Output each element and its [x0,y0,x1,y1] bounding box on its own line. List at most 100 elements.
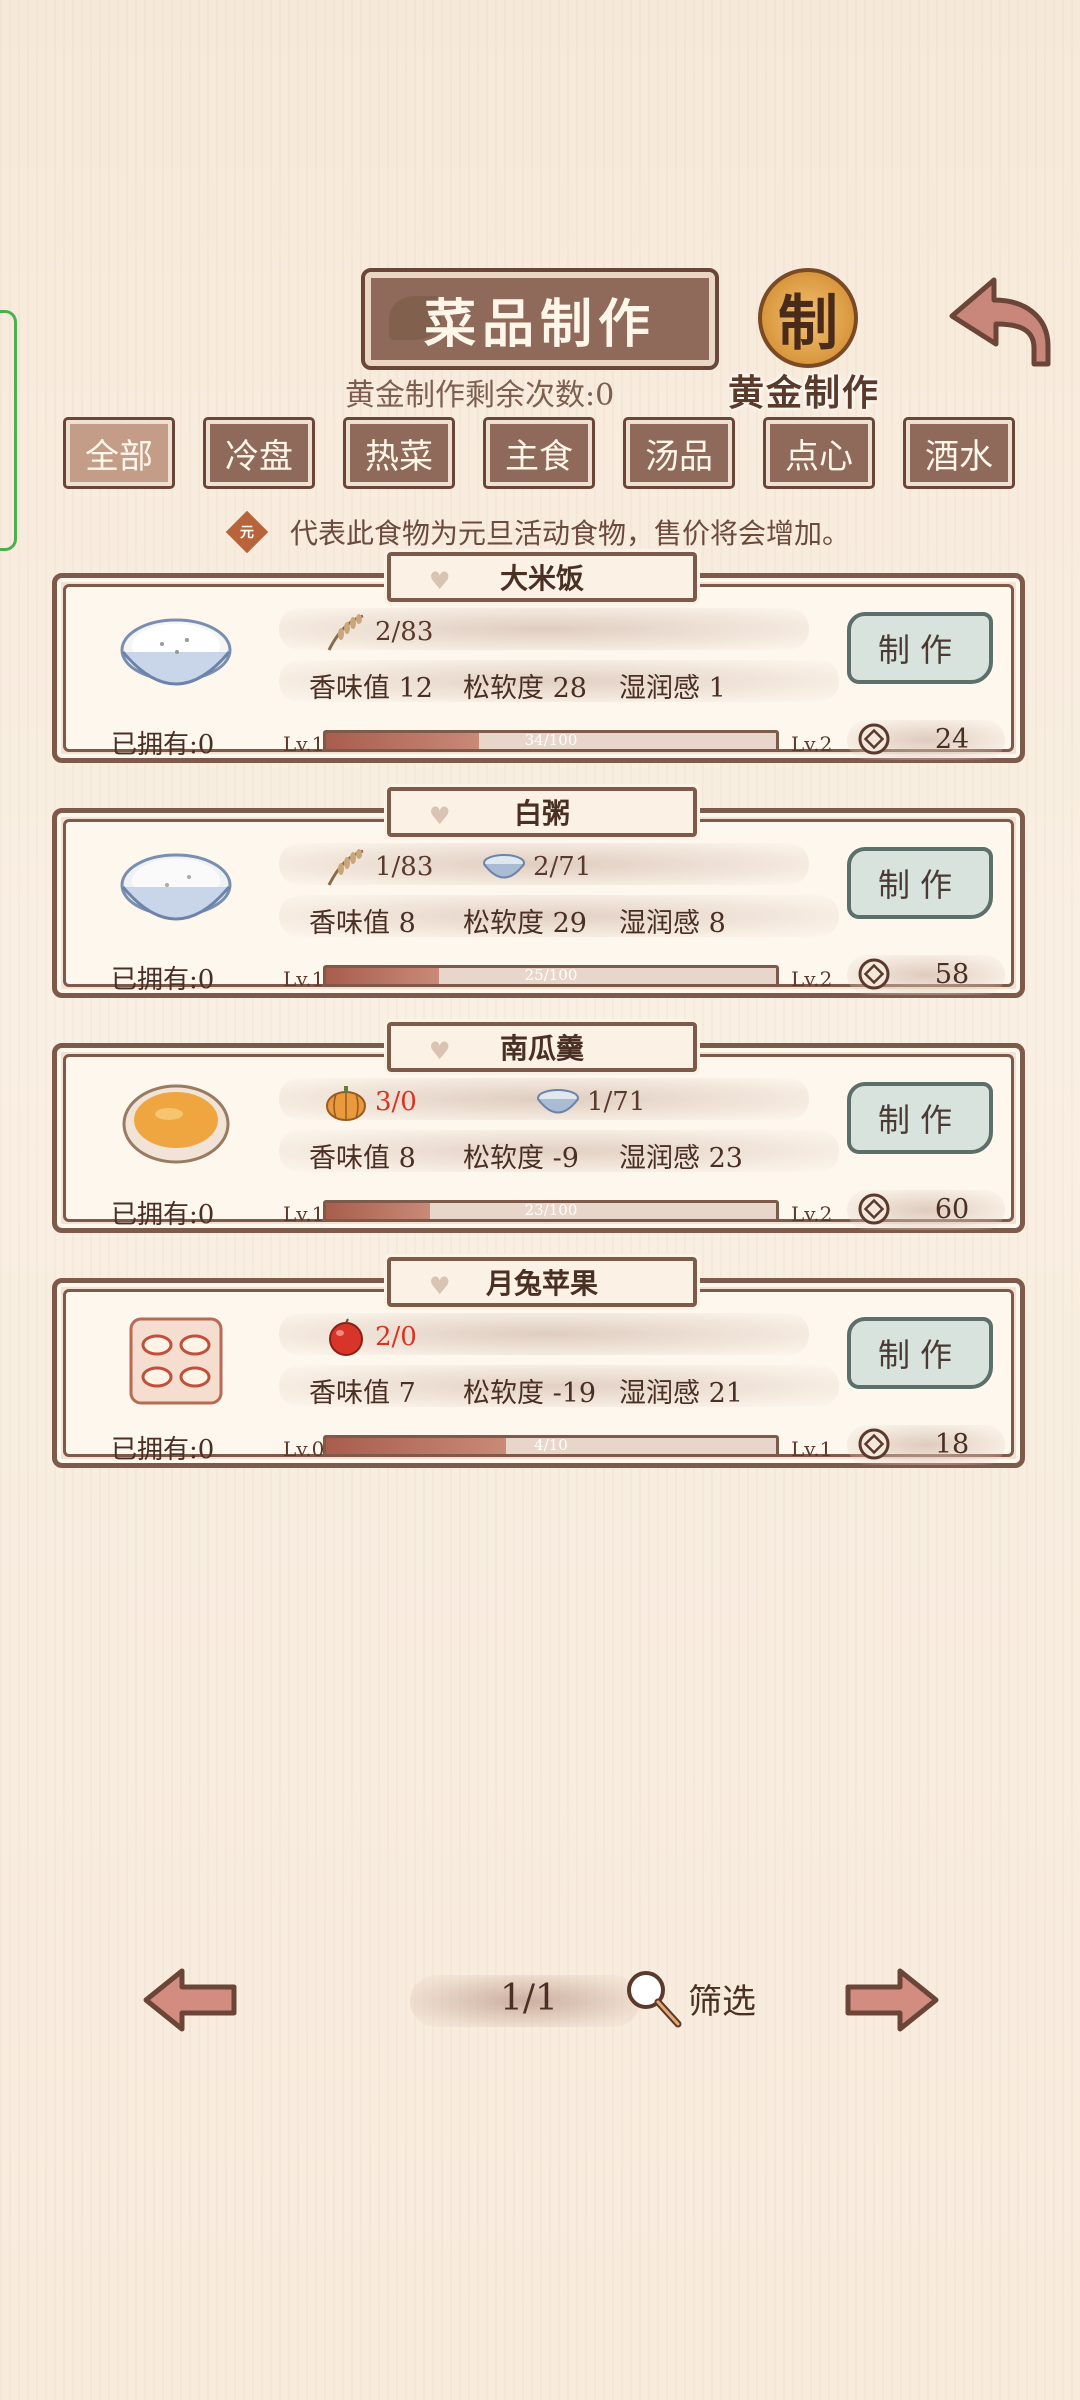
level-progress-bar: 23/100 [323,1200,779,1222]
make-button[interactable]: 制作 [847,847,993,919]
make-button[interactable]: 制作 [847,1082,993,1154]
ingredient-item: 1/83 [323,847,433,887]
price-value: 18 [934,1429,970,1460]
level-next: Lv.2 [791,1202,833,1226]
page-title: 菜品制作 [423,293,656,355]
ingredient-item: 2/0 [323,1317,417,1357]
ingredient-count: 2/0 [375,1322,417,1352]
level-current: Lv.1 [283,1202,325,1226]
event-notice: 元 代表此食物为元旦活动食物，售价将会增加。 [225,510,851,554]
make-button[interactable]: 制作 [847,1317,993,1389]
owned-count: 已拥有:0 [111,1435,215,1465]
softness-stat: 松软度 28 [463,673,587,704]
owned-count: 已拥有:0 [111,730,215,760]
gold-remaining-count: 黄金制作剩余次数:0 [345,378,615,413]
dish-name-plate: ♥ 大米饭 [384,549,700,605]
ingredient-count: 1/71 [587,1087,646,1117]
aroma-stat: 香味值 8 [309,908,416,939]
pumpkin-icon [326,1086,366,1121]
level-next: Lv.2 [791,967,833,991]
event-notice-text: 代表此食物为元旦活动食物，售价将会增加。 [290,517,851,550]
aroma-stat: 香味值 8 [309,1143,416,1174]
level-progress-text: 34/100 [524,731,578,749]
softness-stat: 松软度 -19 [463,1378,597,1409]
page-indicator: 1/1 [500,1978,558,2019]
softness-stat: 松软度 -9 [463,1143,579,1174]
moisture-stat: 湿润感 21 [619,1378,743,1409]
dish-name-plate: ♥ 白粥 [384,784,700,840]
dish-card: ♥ 月兔苹果 已拥有:0 2/0 香味值 7 松软度 -19 湿润感 21 Lv… [52,1254,1025,1468]
ingredient-item: 2/71 [481,847,591,887]
coin-icon [858,1193,890,1225]
owned-count: 已拥有:0 [111,1200,215,1230]
ingredient-count: 2/71 [533,852,592,882]
moisture-stat: 湿润感 8 [619,908,726,939]
dish-name: 南瓜羹 [499,1032,584,1065]
softness-stat: 松软度 29 [463,908,587,939]
tab-drinks[interactable]: 酒水 [903,417,1015,489]
tab-dessert[interactable]: 点心 [763,417,875,489]
page-title-plate: 菜品制作 [361,268,719,370]
prev-page-arrow-icon[interactable] [140,1965,240,2035]
next-page-arrow-icon[interactable] [842,1965,942,2035]
dish-card: ♥ 南瓜羹 已拥有:0 3/0 1/71 香味值 8 松软度 -9 湿润感 23… [52,1019,1025,1233]
price-value: 60 [934,1194,970,1225]
rice-bowl-image [120,618,232,686]
level-progress-text: 23/100 [524,1201,578,1219]
level-progress-text: 4/10 [534,1436,568,1454]
filter-label: 筛选 [688,1981,756,2022]
price-value: 24 [934,724,970,755]
ingredient-item: 2/83 [323,612,433,652]
owned-count: 已拥有:0 [111,965,215,995]
tab-soup[interactable]: 汤品 [623,417,735,489]
rice-stalk-icon [327,614,364,651]
filter-button[interactable]: 筛选 [622,1968,756,2028]
pumpkin-soup-image [122,1084,230,1164]
water-bowl-icon [483,854,525,879]
ingredient-item: 3/0 [323,1082,417,1122]
level-next: Lv.2 [791,732,833,756]
gold-craft-label[interactable]: 黄金制作 [728,364,880,416]
ingredient-item: 1/71 [535,1082,645,1122]
event-badge-icon: 元 [225,510,269,554]
ingredient-count: 1/83 [375,852,434,882]
dish-card: ♥ 大米饭 已拥有:0 2/83 香味值 12 松软度 28 湿润感 1 Lv.… [52,549,1025,763]
dish-name-plate: ♥ 南瓜羹 [384,1019,700,1075]
level-progress-bar: 34/100 [323,730,779,752]
favorite-heart-icon[interactable]: ♥ [429,1036,451,1065]
favorite-heart-icon[interactable]: ♥ [429,1271,451,1300]
dish-name: 大米饭 [499,562,584,595]
level-progress-text: 25/100 [524,966,578,984]
tab-hot-dish[interactable]: 热菜 [343,417,455,489]
favorite-heart-icon[interactable]: ♥ [429,801,451,830]
gold-seal-char: 制 [778,288,838,359]
level-current: Lv.1 [283,732,325,756]
coin-icon [858,723,890,755]
moisture-stat: 湿润感 23 [619,1143,743,1174]
price-value: 58 [934,959,970,990]
back-arrow-icon[interactable] [944,272,1056,372]
water-bowl-icon [537,1089,579,1114]
level-next: Lv.1 [791,1437,833,1461]
porridge-bowl-image [120,853,232,921]
level-current: Lv.0 [283,1437,325,1461]
make-button[interactable]: 制作 [847,612,993,684]
dish-card: ♥ 白粥 已拥有:0 1/83 2/71 香味值 8 松软度 29 湿润感 8 … [52,784,1025,998]
favorite-heart-icon[interactable]: ♥ [429,566,451,595]
tab-staple[interactable]: 主食 [483,417,595,489]
coin-icon [858,958,890,990]
coin-icon [858,1428,890,1460]
rice-stalk-icon [327,849,364,886]
tab-all[interactable]: 全部 [63,417,175,489]
level-progress-bar: 4/10 [323,1435,779,1457]
aroma-stat: 香味值 7 [309,1378,416,1409]
tab-cold-dish[interactable]: 冷盘 [203,417,315,489]
dish-name: 白粥 [513,797,570,830]
level-progress-bar: 25/100 [323,965,779,987]
side-edge-handle[interactable] [0,310,17,551]
magnifier-icon [627,1971,682,2028]
dish-name-plate: ♥ 月兔苹果 [384,1254,700,1310]
rabbit-apple-image [129,1317,223,1405]
apple-icon [329,1318,363,1356]
gold-craft-button[interactable]: 制 [758,268,858,368]
